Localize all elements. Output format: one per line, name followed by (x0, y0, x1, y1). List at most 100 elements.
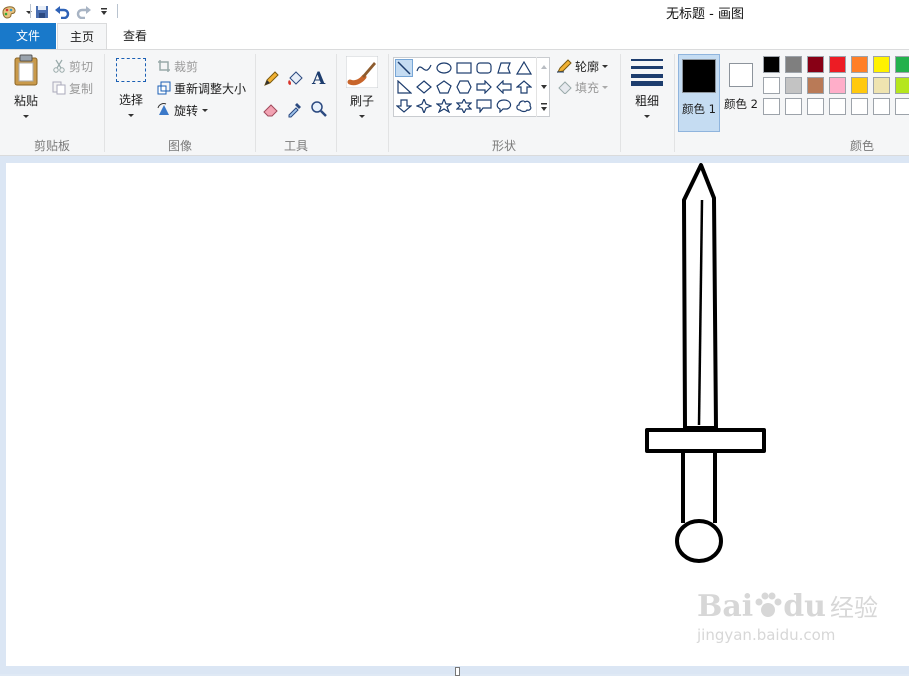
palette-swatch[interactable] (763, 77, 780, 94)
six-point-star-shape[interactable] (455, 97, 473, 115)
undo-icon[interactable] (54, 4, 70, 20)
right-triangle-shape[interactable] (395, 78, 413, 96)
left-arrow-shape[interactable] (495, 78, 513, 96)
scissors-icon (53, 59, 65, 73)
chevron-down-icon (644, 115, 650, 118)
crop-icon (158, 60, 170, 72)
right-arrow-shape[interactable] (475, 78, 493, 96)
eraser-icon (263, 104, 278, 117)
brushes-button[interactable]: 刷子 (344, 56, 380, 128)
down-arrow-shape[interactable] (395, 97, 413, 115)
redo-icon[interactable] (76, 4, 92, 20)
palette-swatch[interactable] (851, 77, 868, 94)
image-group-label: 图像 (167, 139, 192, 153)
text-a-icon: A (311, 69, 326, 86)
palette-swatch[interactable] (829, 77, 846, 94)
brushes-group: 刷子 (337, 50, 387, 156)
palette-swatch[interactable] (763, 98, 780, 115)
text-tool[interactable]: A (310, 68, 328, 86)
chevron-down-icon (602, 85, 609, 89)
cut-button[interactable]: 剪切 (52, 58, 93, 74)
palette-swatch[interactable] (785, 98, 802, 115)
tab-home[interactable]: 主页 (57, 23, 107, 49)
quick-access-divider (30, 4, 31, 18)
tab-view[interactable]: 查看 (110, 23, 160, 49)
rounded-rectangle-shape[interactable] (475, 59, 493, 77)
diamond-shape[interactable] (415, 78, 433, 96)
color2-button[interactable]: 颜色 2 (721, 54, 761, 132)
color-picker-tool[interactable] (286, 100, 304, 118)
chevron-down-icon (359, 115, 365, 118)
pencil-tool[interactable] (262, 70, 280, 88)
triangle-shape[interactable] (515, 59, 533, 77)
palette-swatch[interactable] (829, 56, 846, 73)
palette-swatch[interactable] (851, 98, 868, 115)
palette-swatch[interactable] (785, 77, 802, 94)
resize-label: 重新调整大小 (174, 81, 247, 96)
chevron-down-icon (202, 108, 209, 112)
shapes-scrollbar[interactable] (536, 57, 551, 117)
eraser-tool[interactable] (262, 100, 280, 118)
rotate-icon (157, 103, 169, 115)
rotate-button[interactable]: 旋转 (157, 102, 209, 118)
polygon-shape[interactable] (495, 59, 513, 77)
pencil-icon (264, 71, 279, 86)
tab-file[interactable]: 文件 (0, 23, 56, 49)
image-group: 选择 裁剪 重新调整大小 旋转 图像 (105, 50, 255, 156)
hexagon-shape[interactable] (455, 78, 473, 96)
four-point-star-shape[interactable] (415, 97, 433, 115)
canvas-resize-handle[interactable] (455, 667, 460, 676)
crop-label: 裁剪 (174, 59, 199, 74)
palette-swatch[interactable] (807, 56, 824, 73)
fill-shape-icon (558, 81, 572, 94)
resize-icon (157, 81, 171, 95)
rectangular-callout-shape[interactable] (475, 97, 493, 115)
quick-access-divider (117, 4, 118, 18)
tools-group: A 工具 (256, 50, 336, 156)
palette-swatch[interactable] (763, 56, 780, 73)
size-button[interactable]: 粗细 (629, 58, 665, 130)
copy-button[interactable]: 复制 (52, 80, 93, 96)
palette-swatch[interactable] (873, 77, 890, 94)
palette-swatch[interactable] (807, 98, 824, 115)
copy-icon (52, 81, 66, 95)
oval-shape[interactable] (435, 59, 453, 77)
palette-swatch[interactable] (851, 56, 868, 73)
outline-button[interactable]: 轮廓 (556, 58, 609, 74)
shapes-group-label: 形状 (491, 139, 516, 153)
fill-button[interactable]: 填充 (556, 79, 609, 95)
rectangle-shape[interactable] (455, 59, 473, 77)
curve-shape[interactable] (415, 59, 433, 77)
palette-swatch[interactable] (895, 56, 909, 73)
palette-swatch[interactable] (785, 56, 802, 73)
copy-label: 复制 (69, 81, 94, 96)
watermark: Bai du 经验 jingyan.baidu.com (697, 588, 878, 644)
palette-swatch[interactable] (807, 77, 824, 94)
paint-app-icon[interactable] (1, 4, 17, 20)
save-icon[interactable] (34, 4, 50, 20)
palette-swatch[interactable] (895, 98, 909, 115)
crop-button[interactable]: 裁剪 (157, 58, 198, 74)
customize-quick-access-icon[interactable] (96, 4, 112, 20)
color1-button[interactable]: 颜色 1 (678, 54, 720, 132)
five-point-star-shape[interactable] (435, 97, 453, 115)
resize-button[interactable]: 重新调整大小 (157, 80, 246, 96)
color2-label: 颜色 2 (724, 97, 758, 111)
clipboard-group: 粘贴 剪切 复制 剪贴板 (0, 50, 104, 156)
up-arrow-shape[interactable] (515, 78, 533, 96)
paste-button[interactable]: 粘贴 (8, 54, 44, 128)
ribbon: 粘贴 剪切 复制 剪贴板 选择 裁剪 重新调整大小 旋转 图像 A 工具 刷子 … (0, 49, 909, 156)
palette-swatch[interactable] (829, 98, 846, 115)
palette-swatch[interactable] (873, 56, 890, 73)
palette-swatch[interactable] (895, 77, 909, 94)
pentagon-shape[interactable] (435, 78, 453, 96)
select-button[interactable]: 选择 (113, 58, 149, 128)
palette-swatch[interactable] (873, 98, 890, 115)
cloud-callout-shape[interactable] (515, 97, 533, 115)
line-shape[interactable] (395, 59, 413, 77)
oval-callout-shape[interactable] (495, 97, 513, 115)
magnifier-tool[interactable] (310, 100, 328, 118)
eyedropper-icon (288, 103, 301, 118)
color2-swatch (729, 63, 753, 87)
fill-tool[interactable] (286, 70, 304, 88)
